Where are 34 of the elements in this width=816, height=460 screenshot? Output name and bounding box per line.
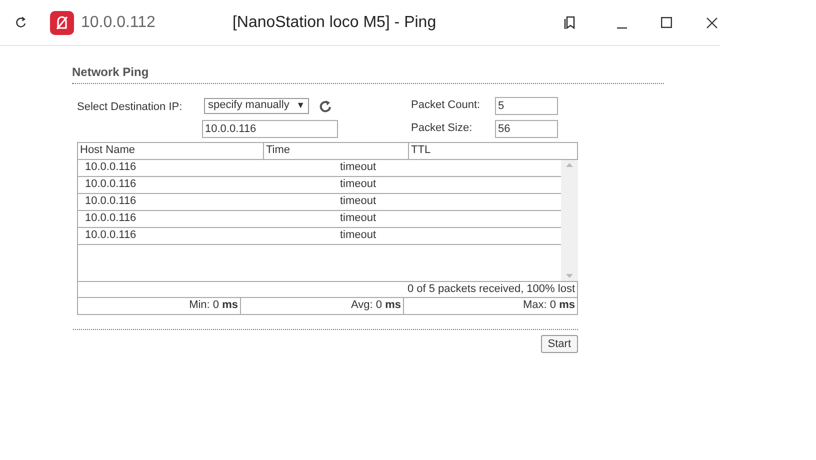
time-cell-text: timeout (338, 228, 378, 244)
refresh-icon[interactable] (15, 16, 27, 29)
stat-text: Max: 0 ms (523, 298, 575, 314)
field-label: Select Destination IP: (77, 100, 182, 112)
ip-input-field[interactable]: 10.0.0.116 (202, 120, 338, 138)
refresh-icon[interactable] (319, 98, 332, 112)
destination-select[interactable]: specify manually ▼ (204, 98, 309, 114)
time-cell-text: timeout (338, 177, 378, 192)
host-cell-text: 10.0.0.116 (84, 228, 138, 244)
stat-text: Avg: 0 ms (351, 298, 401, 314)
start-button[interactable]: Start (540, 334, 578, 352)
field-label: Packet Count: (410, 98, 482, 114)
site-icon (50, 10, 74, 34)
host-cell-text: 10.0.0.116 (84, 211, 138, 226)
address-text: 10.0.0.112 (81, 12, 156, 32)
time-cell-text: timeout (338, 160, 378, 176)
column-header[interactable]: Host Name (78, 142, 263, 158)
host-cell-text: 10.0.0.116 (84, 177, 138, 192)
time-cell-text: timeout (338, 194, 378, 210)
close-icon[interactable] (706, 16, 718, 28)
maximize-icon[interactable] (661, 17, 672, 28)
column-header[interactable]: Time (263, 142, 408, 158)
column-header[interactable]: TTL (408, 142, 577, 158)
section-title: Network Ping (72, 65, 149, 79)
window-title: [NanoStation loco M5] - Ping (232, 12, 436, 32)
field-label: Packet Size: (410, 121, 474, 136)
packet-count-field[interactable]: 5 (495, 96, 558, 114)
collections-icon[interactable] (563, 15, 577, 30)
host-cell-text: 10.0.0.116 (84, 160, 138, 176)
time-cell-text: timeout (338, 211, 378, 226)
host-cell-text: 10.0.0.116 (84, 194, 138, 210)
packet-size-field[interactable]: 56 (495, 120, 558, 138)
stat-text: Min: 0 ms (189, 298, 238, 314)
summary-text: 0 of 5 packets received, 100% lost (407, 282, 575, 297)
